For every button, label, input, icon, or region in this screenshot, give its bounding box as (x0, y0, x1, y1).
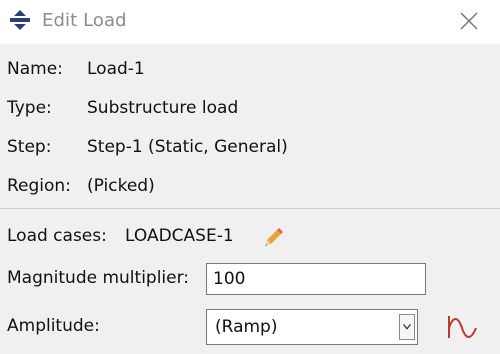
pencil-icon[interactable] (262, 225, 286, 249)
region-value: (Picked) (87, 176, 155, 196)
magnitude-input[interactable]: 100 (206, 263, 426, 295)
section-divider (0, 208, 500, 209)
window-title: Edit Load (42, 10, 127, 31)
name-value: Load-1 (87, 59, 145, 79)
step-value: Step-1 (Static, General) (87, 137, 288, 157)
name-label: Name: (7, 59, 63, 79)
abaqus-logo-icon (10, 10, 30, 30)
amplitude-label: Amplitude: (7, 316, 100, 336)
load-cases-value: LOADCASE-1 (125, 226, 234, 246)
close-icon[interactable] (454, 7, 484, 35)
type-label: Type: (7, 98, 52, 118)
magnitude-label: Magnitude multiplier: (7, 268, 190, 288)
type-value: Substructure load (87, 98, 239, 118)
title-bar: Edit Load (0, 0, 500, 44)
amplitude-wave-icon[interactable] (444, 312, 484, 344)
amplitude-select[interactable]: (Ramp) (206, 309, 418, 345)
amplitude-selected-value: (Ramp) (215, 317, 278, 337)
chevron-down-icon[interactable] (399, 314, 415, 340)
load-cases-label: Load cases: (7, 226, 107, 246)
region-label: Region: (7, 176, 71, 196)
step-label: Step: (7, 137, 52, 157)
